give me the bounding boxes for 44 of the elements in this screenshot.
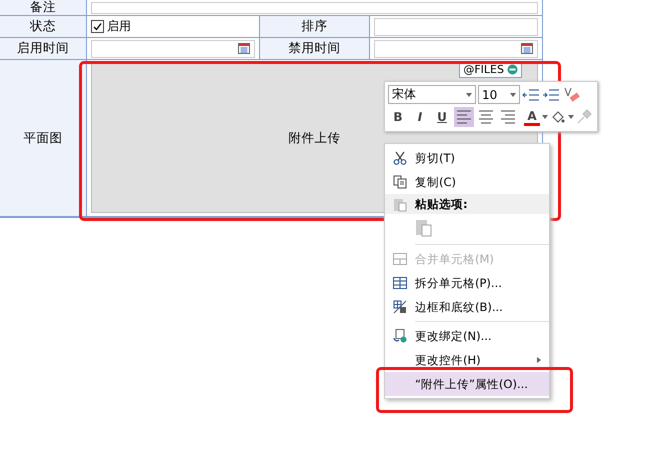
scissors-icon (393, 151, 407, 165)
font-color-button[interactable]: A (524, 108, 540, 126)
calendar-icon[interactable] (238, 43, 250, 54)
document-link-icon (393, 329, 407, 343)
caret-icon (510, 92, 516, 96)
field-label: 禁用时间 (288, 40, 340, 57)
size-dropdown[interactable]: 10 (478, 85, 520, 104)
checkbox-label: 启用 (107, 18, 131, 35)
indent-icon[interactable] (542, 88, 560, 102)
date-field[interactable] (374, 40, 538, 58)
date-field[interactable] (91, 40, 255, 58)
table-icon (393, 253, 407, 265)
caret-icon[interactable] (568, 115, 574, 119)
menu-item[interactable]: 更改绑定(N)... (385, 324, 549, 348)
menu-section-header: 粘贴选项: (385, 194, 549, 214)
text-field[interactable] (91, 2, 538, 14)
calendar-icon[interactable] (521, 43, 533, 54)
underline-button[interactable]: U (432, 107, 452, 127)
bold-button[interactable]: B (388, 107, 408, 127)
field-label: 平面图 (24, 130, 62, 146)
field-label: 状态 (30, 18, 56, 35)
table-icon (393, 277, 407, 289)
align-button[interactable] (454, 107, 474, 127)
menu-item[interactable]: “附件上传”属性(O)... (385, 372, 549, 396)
field-label: 启用时间 (17, 40, 69, 57)
checkbox[interactable] (91, 20, 104, 33)
field-label: 排序 (302, 18, 328, 35)
menu-item[interactable]: 拆分单元格(P)... (385, 271, 549, 295)
submenu-arrow-icon (537, 357, 541, 363)
clipboard-icon (393, 196, 407, 212)
field-label: 备注 (30, 0, 56, 16)
italic-button[interactable]: I (410, 107, 430, 127)
text-field[interactable] (374, 18, 538, 36)
menu-item[interactable]: 边框和底纹(B)... (385, 295, 549, 319)
paint-bucket-icon[interactable] (550, 109, 566, 125)
font-dropdown[interactable]: 宋体 (388, 85, 476, 104)
menu-item[interactable]: 更改控件(H) (385, 348, 549, 372)
caret-icon[interactable] (542, 115, 548, 119)
outdent-icon[interactable] (522, 88, 540, 102)
status-icon (507, 64, 518, 75)
copy-icon (393, 175, 407, 189)
caret-icon (466, 92, 472, 96)
borders-icon (393, 300, 407, 314)
eraser-icon[interactable] (562, 86, 580, 104)
